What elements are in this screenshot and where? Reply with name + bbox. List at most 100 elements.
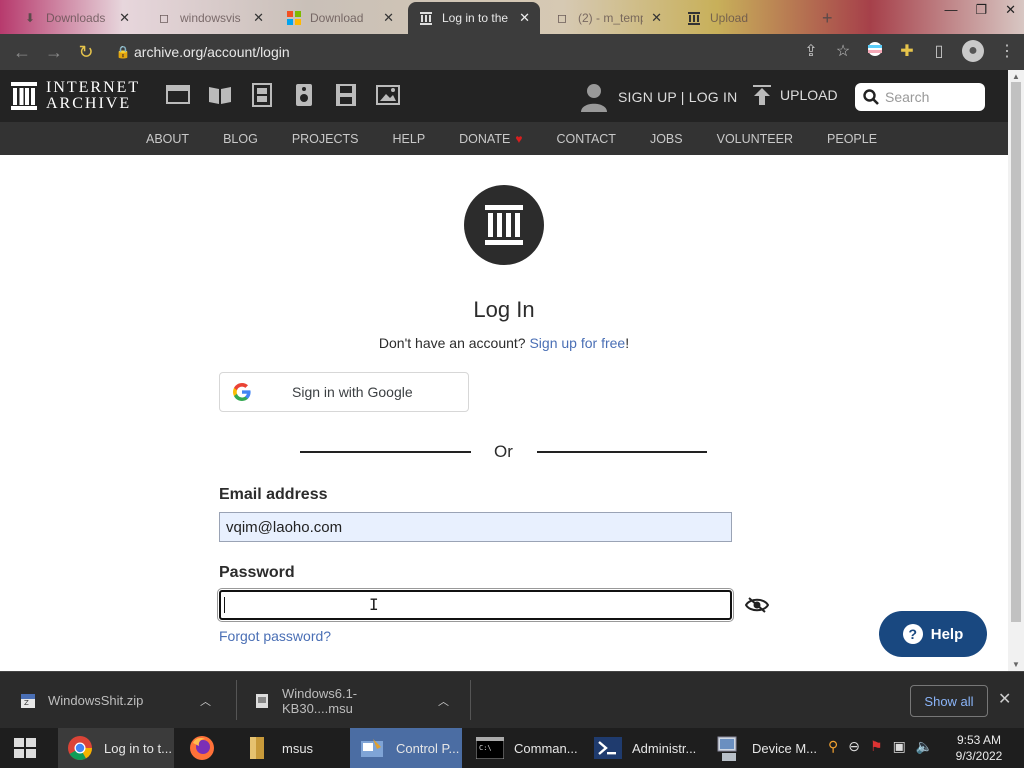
audio-icon[interactable] <box>292 83 316 107</box>
page-icon: ◻ <box>159 11 169 25</box>
browser-menu-icon[interactable]: ⋮ <box>998 41 1016 61</box>
clock-time: 9:53 AM <box>956 733 1002 747</box>
tab-title: windowsvis <box>180 11 241 25</box>
new-tab-button[interactable]: + <box>812 4 842 32</box>
taskbar-item-cmd[interactable]: C:\ Comman... <box>468 728 580 768</box>
taskbar-item-control-panel[interactable]: Control P... <box>350 728 462 768</box>
search-icon[interactable]: ⚲ <box>828 738 838 755</box>
tab-title: (2) - m_tempe <box>578 11 643 25</box>
sign-up-login-label: SIGN UP | LOG IN <box>618 89 738 105</box>
extension-flag-icon[interactable] <box>866 41 884 62</box>
profile-avatar-icon[interactable]: ● <box>962 40 984 62</box>
tab-title: Downloads <box>46 11 106 25</box>
taskbar-item-device-manager[interactable]: Device M... <box>706 728 818 768</box>
forgot-password-link[interactable]: Forgot password? <box>219 628 331 644</box>
scroll-down-icon[interactable]: ▼ <box>1012 660 1020 669</box>
messenger-icon[interactable]: ⊖ <box>848 738 860 755</box>
browser-tab-upload[interactable]: Upload <box>676 4 796 32</box>
download-item[interactable]: Z WindowsShit.zip ︿ <box>20 672 211 729</box>
subnav-projects[interactable]: PROJECTS <box>292 132 359 146</box>
browser-tab-login[interactable]: Log in to the ✕ <box>408 2 540 34</box>
taskbar-item-powershell[interactable]: Administr... <box>586 728 700 768</box>
no-account-text: Don't have an account? <box>378 335 526 351</box>
network-icon[interactable]: ▣ <box>893 738 906 755</box>
subnav-people[interactable]: PEOPLE <box>827 132 877 146</box>
taskbar-item-explorer[interactable]: msus <box>236 728 342 768</box>
close-tab-icon[interactable]: ✕ <box>651 10 662 26</box>
browser-tab-download[interactable]: Download ✕ <box>276 4 404 32</box>
help-button[interactable]: ? Help <box>879 611 987 657</box>
subnav-contact[interactable]: CONTACT <box>556 132 616 146</box>
text-caret <box>224 597 225 613</box>
ia-logo[interactable]: INTERNET ARCHIVE <box>10 80 140 112</box>
browser-tab-windowsvis[interactable]: ◻ windowsvis ✕ <box>146 4 274 32</box>
close-downloads-icon[interactable]: ✕ <box>998 689 1011 709</box>
windows-taskbar: Log in to t... msus Control P... C:\ Com… <box>0 728 1024 768</box>
password-field[interactable] <box>217 588 734 622</box>
taskbar-clock[interactable]: 9:53 AM 9/3/2022 <box>954 732 1004 764</box>
images-icon[interactable] <box>376 83 400 107</box>
back-icon[interactable]: ← <box>6 42 38 63</box>
search-input[interactable] <box>885 89 981 105</box>
flag-icon[interactable]: ⚑ <box>870 738 883 755</box>
page-icon: ◻ <box>557 11 567 25</box>
taskbar-label: Log in to t... <box>104 740 172 756</box>
subnav-about[interactable]: ABOUT <box>146 132 189 146</box>
close-window-icon[interactable]: ✕ <box>1005 2 1016 18</box>
close-tab-icon[interactable]: ✕ <box>383 10 394 26</box>
share-icon[interactable]: ⇪ <box>802 41 820 61</box>
browser-tab-tempe[interactable]: ◻ (2) - m_tempe ✕ <box>544 4 672 32</box>
taskbar-label: msus <box>282 740 314 756</box>
texts-icon[interactable] <box>208 83 232 107</box>
windows-start-icon[interactable] <box>14 738 36 758</box>
subnav-help[interactable]: HELP <box>393 132 426 146</box>
browser-tab-downloads[interactable]: ⬇ Downloads ✕ <box>12 4 140 32</box>
scroll-up-icon[interactable]: ▲ <box>1012 72 1020 81</box>
extensions-puzzle-icon[interactable]: ✚ <box>898 41 916 61</box>
subnav-donate[interactable]: DONATE ♥ <box>459 132 522 146</box>
upload-link[interactable]: UPLOAD <box>752 84 838 106</box>
close-tab-icon[interactable]: ✕ <box>253 10 264 26</box>
download-icon: ⬇ <box>24 11 36 25</box>
web-icon[interactable] <box>166 83 190 107</box>
address-bar[interactable]: 🔒 archive.org/account/login <box>112 39 852 65</box>
page-scrollbar[interactable]: ▲ ▼ <box>1008 70 1024 671</box>
side-panel-icon[interactable]: ▯ <box>930 41 948 61</box>
taskbar-item-firefox[interactable] <box>180 728 228 768</box>
software-icon[interactable] <box>334 83 358 107</box>
chevron-up-icon[interactable]: ︿ <box>438 693 449 709</box>
taskbar-item-chrome[interactable]: Log in to t... <box>58 728 174 768</box>
lock-icon[interactable]: 🔒 <box>112 45 134 59</box>
search-icon[interactable] <box>863 89 879 105</box>
show-password-eye-icon[interactable] <box>744 597 770 618</box>
scrollbar-thumb[interactable] <box>1011 82 1021 622</box>
temple-logo-icon <box>11 82 37 110</box>
forward-icon[interactable]: → <box>38 42 70 63</box>
sign-up-login-link[interactable]: SIGN UP | LOG IN <box>580 82 737 112</box>
google-sign-in-button[interactable]: Sign in with Google <box>219 372 469 412</box>
minimize-icon[interactable]: — <box>944 2 957 18</box>
volume-icon[interactable]: 🔈 <box>916 738 933 755</box>
control-panel-icon <box>358 734 386 762</box>
close-tab-icon[interactable]: ✕ <box>119 10 130 26</box>
sign-up-link[interactable]: Sign up for free <box>529 335 625 351</box>
ia-search-box[interactable] <box>855 83 985 111</box>
restore-icon[interactable]: ❐ <box>975 2 987 18</box>
download-filename: WindowsShit.zip <box>48 693 144 708</box>
video-icon[interactable] <box>250 83 274 107</box>
close-tab-icon[interactable]: ✕ <box>519 10 530 26</box>
heart-icon: ♥ <box>515 131 523 146</box>
subnav-blog[interactable]: BLOG <box>223 132 258 146</box>
divider-line <box>536 451 707 453</box>
show-all-downloads-button[interactable]: Show all <box>910 685 988 717</box>
email-field[interactable] <box>219 512 732 542</box>
download-item[interactable]: Windows6.1-KB30....msu ︿ <box>254 672 449 729</box>
reload-icon[interactable]: ↻ <box>70 42 102 63</box>
subnav-volunteer[interactable]: VOLUNTEER <box>717 132 793 146</box>
bookmark-star-icon[interactable]: ☆ <box>834 41 852 61</box>
clock-date: 9/3/2022 <box>955 749 1003 763</box>
chrome-icon <box>66 734 94 762</box>
svg-text:C:\: C:\ <box>479 744 492 752</box>
subnav-jobs[interactable]: JOBS <box>650 132 683 146</box>
chevron-up-icon[interactable]: ︿ <box>200 693 211 709</box>
